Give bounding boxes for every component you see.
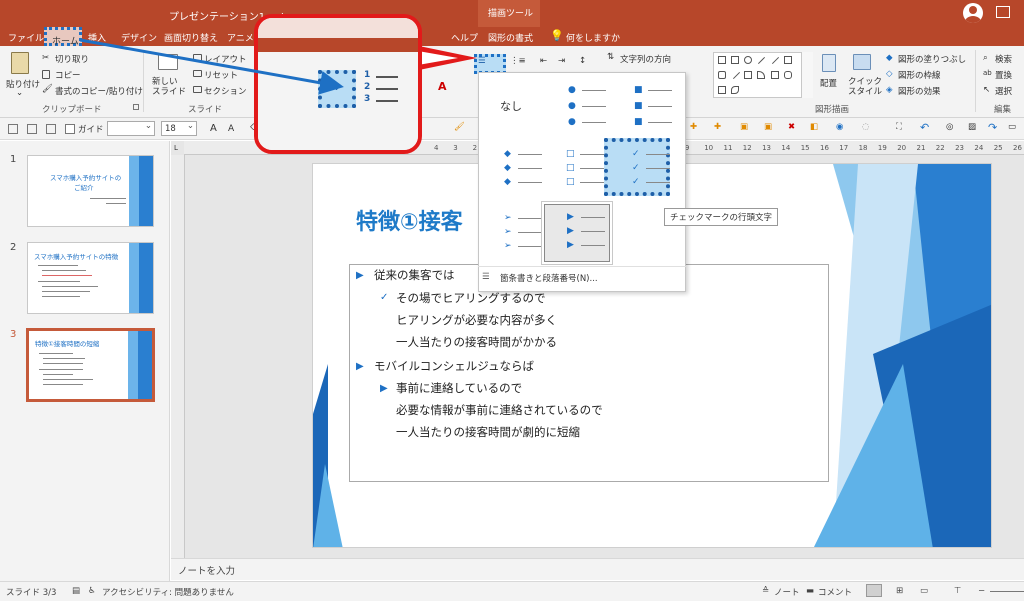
comment-icon[interactable]: ▬ [806,586,814,596]
notes-toggle-icon[interactable]: ≙ [762,586,769,596]
comments-button[interactable]: コメント [818,586,852,598]
slide-sorter-view-icon[interactable]: ⊞ [896,586,903,596]
accessibility-icon[interactable]: ♿ [88,586,96,596]
zoom-out-icon[interactable]: − [978,586,985,596]
slideshow-icon[interactable]: ⊤ [954,586,961,596]
reading-view-icon[interactable]: ▭ [920,586,928,596]
zoom-slider[interactable] [990,591,1024,592]
notes-toggle-button[interactable]: ノート [774,586,800,598]
annotation-arrow [79,38,344,95]
accessibility-status[interactable]: アクセシビリティ: 問題ありません [102,586,234,598]
notes-placeholder[interactable]: ノートを入力 [178,563,235,577]
notes-pane[interactable] [171,558,1024,580]
slide-position: スライド 3/3 [6,588,57,598]
annotation-overlay [79,38,344,95]
spellcheck-icon[interactable]: ▤ [72,586,80,596]
normal-view-button[interactable] [866,584,882,597]
